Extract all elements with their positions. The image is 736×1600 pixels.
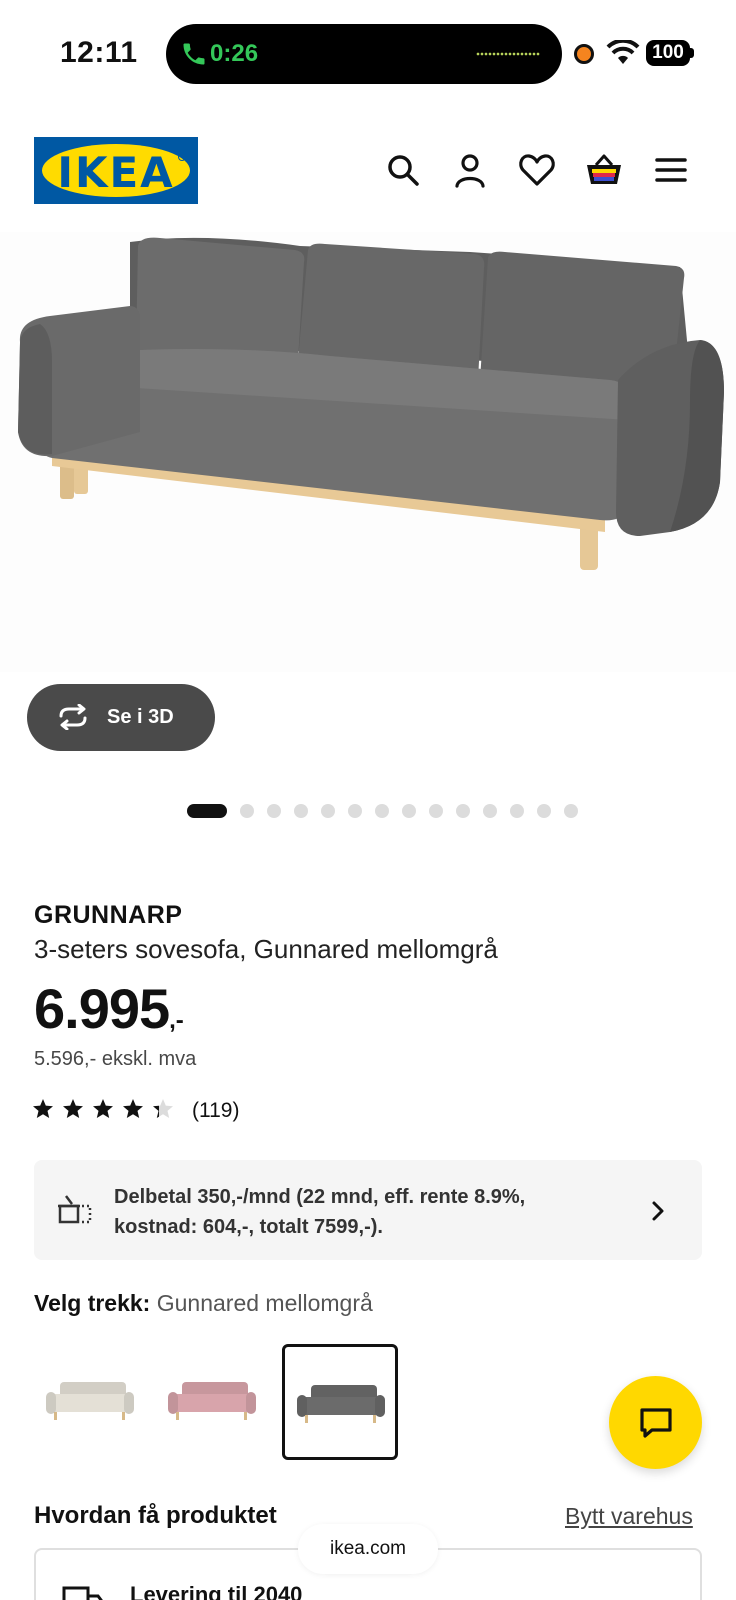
change-store-link[interactable]: Bytt varehus — [565, 1503, 693, 1530]
carousel-dot[interactable] — [267, 804, 281, 818]
financing-text: Delbetal 350,-/mnd (22 mnd, eff. rente 8… — [114, 1186, 526, 1238]
carousel-dot[interactable] — [294, 804, 308, 818]
recording-indicator-icon — [574, 44, 594, 64]
status-time: 12:11 — [60, 36, 138, 69]
view-in-3d-label: Se i 3D — [107, 706, 174, 728]
product-image[interactable] — [0, 232, 736, 672]
product-description: 3-seters sovesofa, Gunnared mellomgrå — [34, 934, 498, 964]
heart-icon[interactable] — [517, 150, 557, 190]
browser-url-bar[interactable]: ikea.com — [298, 1524, 438, 1574]
cart-icon[interactable] — [584, 150, 624, 190]
phone-icon — [183, 43, 205, 65]
installment-icon — [58, 1195, 92, 1224]
menu-icon[interactable] — [651, 150, 691, 190]
search-icon[interactable] — [383, 150, 423, 190]
cover-selector-heading: Velg trekk: Gunnared mellomgrå — [34, 1290, 373, 1317]
chat-icon — [640, 1408, 672, 1438]
carousel-dot[interactable] — [402, 804, 416, 818]
account-icon[interactable] — [450, 150, 490, 190]
star-icon — [33, 1099, 53, 1118]
logo-registered-mark — [178, 153, 186, 161]
battery-icon: 100 — [646, 40, 690, 66]
sofa-thumbnail-icon — [297, 1385, 385, 1423]
carousel-dot[interactable] — [483, 804, 497, 818]
carousel-dot[interactable] — [564, 804, 578, 818]
carousel-dot[interactable] — [510, 804, 524, 818]
status-bar: 12:11 0:26 100 — [0, 0, 736, 100]
rating-stars[interactable] — [32, 1098, 174, 1120]
price-suffix: ,- — [169, 1007, 184, 1034]
cover-swatch[interactable] — [156, 1344, 272, 1460]
get-product-heading: Hvordan få produktet — [34, 1502, 277, 1529]
logo-text: IKEA — [57, 148, 175, 197]
sofa-thumbnail-icon — [46, 1382, 134, 1420]
product-price: 6.995,- — [34, 976, 184, 1041]
carousel-dot[interactable] — [537, 804, 551, 818]
rating-count[interactable]: (119) — [192, 1099, 239, 1123]
rotate-3d-icon — [59, 704, 87, 730]
product-name: GRUNNARP — [34, 901, 183, 929]
carousel-dot[interactable] — [375, 804, 389, 818]
carousel-dot[interactable] — [187, 804, 227, 818]
ikea-logo[interactable]: IKEA — [34, 137, 198, 204]
call-duration: 0:26 — [210, 40, 259, 67]
carousel-dot[interactable] — [321, 804, 335, 818]
audio-waveform — [476, 52, 540, 56]
dynamic-island-call[interactable]: 0:26 — [166, 24, 562, 84]
sofa-thumbnail-icon — [168, 1382, 256, 1420]
price-excl-vat: 5.596,- ekskl. mva — [34, 1048, 197, 1070]
carousel-dot[interactable] — [348, 804, 362, 818]
star-icon — [93, 1099, 113, 1118]
carousel-dot[interactable] — [240, 804, 254, 818]
cover-swatch[interactable] — [282, 1344, 398, 1460]
star-icon — [63, 1099, 83, 1118]
view-in-3d-button[interactable]: Se i 3D — [27, 684, 215, 751]
financing-banner[interactable]: Delbetal 350,-/mnd (22 mnd, eff. rente 8… — [34, 1160, 702, 1260]
cover-selected-value: Gunnared mellomgrå — [156, 1290, 373, 1316]
star-icon — [123, 1099, 143, 1118]
cover-swatch[interactable] — [34, 1344, 150, 1460]
carousel-dot[interactable] — [429, 804, 443, 818]
cover-label: Velg trekk: — [34, 1290, 151, 1316]
truck-icon — [62, 1586, 103, 1600]
wifi-icon — [606, 40, 640, 64]
chevron-right-icon — [652, 1201, 664, 1221]
star-icon — [153, 1099, 173, 1118]
carousel-pagination[interactable] — [187, 804, 578, 818]
carousel-dot[interactable] — [456, 804, 470, 818]
price-value: 6.995 — [34, 977, 170, 1040]
battery-tip — [690, 48, 694, 58]
delivery-text: Levering til 2040 — [130, 1582, 303, 1600]
chat-button[interactable] — [609, 1376, 702, 1469]
sofa-illustration — [18, 237, 724, 570]
